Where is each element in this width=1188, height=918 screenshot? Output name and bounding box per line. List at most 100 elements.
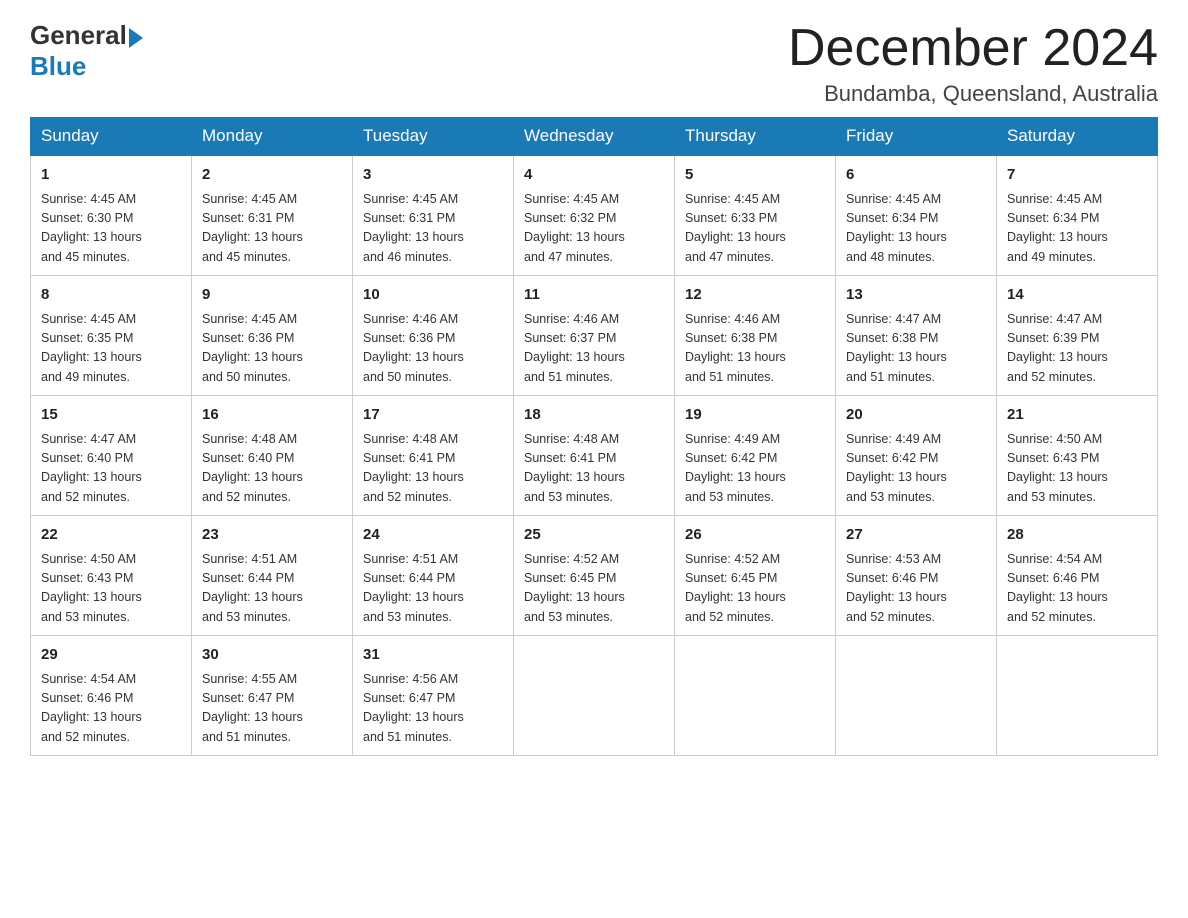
day-info: Sunrise: 4:45 AMSunset: 6:33 PMDaylight:… — [685, 190, 825, 268]
day-info: Sunrise: 4:45 AMSunset: 6:35 PMDaylight:… — [41, 310, 181, 388]
calendar-day-cell: 20 Sunrise: 4:49 AMSunset: 6:42 PMDayligh… — [836, 396, 997, 516]
calendar-day-cell: 30 Sunrise: 4:55 AMSunset: 6:47 PMDayligh… — [192, 636, 353, 756]
calendar-day-cell: 28 Sunrise: 4:54 AMSunset: 6:46 PMDayligh… — [997, 516, 1158, 636]
day-number: 12 — [685, 284, 825, 307]
day-info: Sunrise: 4:55 AMSunset: 6:47 PMDaylight:… — [202, 670, 342, 748]
day-number: 26 — [685, 524, 825, 547]
page-header: General Blue December 2024 Bundamba, Que… — [30, 20, 1158, 107]
day-number: 14 — [1007, 284, 1147, 307]
day-info: Sunrise: 4:47 AMSunset: 6:39 PMDaylight:… — [1007, 310, 1147, 388]
day-info: Sunrise: 4:51 AMSunset: 6:44 PMDaylight:… — [202, 550, 342, 628]
day-number: 2 — [202, 164, 342, 187]
calendar-week-row: 15 Sunrise: 4:47 AMSunset: 6:40 PMDayligh… — [31, 396, 1158, 516]
day-number: 3 — [363, 164, 503, 187]
day-info: Sunrise: 4:45 AMSunset: 6:34 PMDaylight:… — [846, 190, 986, 268]
header-cell-saturday: Saturday — [997, 118, 1158, 156]
calendar-day-cell: 8 Sunrise: 4:45 AMSunset: 6:35 PMDaylight… — [31, 276, 192, 396]
calendar-day-cell: 14 Sunrise: 4:47 AMSunset: 6:39 PMDayligh… — [997, 276, 1158, 396]
day-info: Sunrise: 4:50 AMSunset: 6:43 PMDaylight:… — [41, 550, 181, 628]
logo-general-text: General — [30, 20, 127, 51]
day-info: Sunrise: 4:46 AMSunset: 6:36 PMDaylight:… — [363, 310, 503, 388]
day-info: Sunrise: 4:48 AMSunset: 6:41 PMDaylight:… — [524, 430, 664, 508]
day-number: 20 — [846, 404, 986, 427]
calendar-week-row: 22Sunrise: 4:50 AMSunset: 6:43 PMDayligh… — [31, 516, 1158, 636]
day-number: 24 — [363, 524, 503, 547]
calendar-day-cell: 6 Sunrise: 4:45 AMSunset: 6:34 PMDaylight… — [836, 155, 997, 276]
logo: General Blue — [30, 20, 143, 82]
day-number: 4 — [524, 164, 664, 187]
calendar-day-cell: 22Sunrise: 4:50 AMSunset: 6:43 PMDayligh… — [31, 516, 192, 636]
day-info: Sunrise: 4:47 AMSunset: 6:40 PMDaylight:… — [41, 430, 181, 508]
day-info: Sunrise: 4:45 AMSunset: 6:31 PMDaylight:… — [363, 190, 503, 268]
calendar-day-cell: 25Sunrise: 4:52 AMSunset: 6:45 PMDayligh… — [514, 516, 675, 636]
day-number: 30 — [202, 644, 342, 667]
day-info: Sunrise: 4:45 AMSunset: 6:36 PMDaylight:… — [202, 310, 342, 388]
day-info: Sunrise: 4:54 AMSunset: 6:46 PMDaylight:… — [1007, 550, 1147, 628]
day-number: 21 — [1007, 404, 1147, 427]
calendar-day-cell: 24Sunrise: 4:51 AMSunset: 6:44 PMDayligh… — [353, 516, 514, 636]
calendar-day-cell: 27 Sunrise: 4:53 AMSunset: 6:46 PMDayligh… — [836, 516, 997, 636]
calendar-day-cell — [675, 636, 836, 756]
calendar-week-row: 8 Sunrise: 4:45 AMSunset: 6:35 PMDaylight… — [31, 276, 1158, 396]
calendar-day-cell: 4 Sunrise: 4:45 AMSunset: 6:32 PMDaylight… — [514, 155, 675, 276]
day-info: Sunrise: 4:50 AMSunset: 6:43 PMDaylight:… — [1007, 430, 1147, 508]
title-block: December 2024 Bundamba, Queensland, Aust… — [788, 20, 1158, 107]
day-number: 5 — [685, 164, 825, 187]
day-info: Sunrise: 4:48 AMSunset: 6:40 PMDaylight:… — [202, 430, 342, 508]
calendar-day-cell — [997, 636, 1158, 756]
day-number: 8 — [41, 284, 181, 307]
day-number: 28 — [1007, 524, 1147, 547]
calendar-day-cell: 2Sunrise: 4:45 AMSunset: 6:31 PMDaylight… — [192, 155, 353, 276]
day-number: 9 — [202, 284, 342, 307]
day-info: Sunrise: 4:54 AMSunset: 6:46 PMDaylight:… — [41, 670, 181, 748]
day-number: 6 — [846, 164, 986, 187]
day-number: 15 — [41, 404, 181, 427]
day-info: Sunrise: 4:46 AMSunset: 6:38 PMDaylight:… — [685, 310, 825, 388]
day-info: Sunrise: 4:53 AMSunset: 6:46 PMDaylight:… — [846, 550, 986, 628]
calendar-table: SundayMondayTuesdayWednesdayThursdayFrid… — [30, 117, 1158, 756]
calendar-day-cell: 1 Sunrise: 4:45 AMSunset: 6:30 PMDaylight… — [31, 155, 192, 276]
calendar-day-cell: 13Sunrise: 4:47 AMSunset: 6:38 PMDayligh… — [836, 276, 997, 396]
day-number: 19 — [685, 404, 825, 427]
day-info: Sunrise: 4:45 AMSunset: 6:30 PMDaylight:… — [41, 190, 181, 268]
day-number: 13 — [846, 284, 986, 307]
header-cell-wednesday: Wednesday — [514, 118, 675, 156]
day-number: 1 — [41, 164, 181, 187]
day-number: 11 — [524, 284, 664, 307]
calendar-day-cell: 26 Sunrise: 4:52 AMSunset: 6:45 PMDayligh… — [675, 516, 836, 636]
calendar-day-cell: 12 Sunrise: 4:46 AMSunset: 6:38 PMDayligh… — [675, 276, 836, 396]
calendar-day-cell: 5 Sunrise: 4:45 AMSunset: 6:33 PMDaylight… — [675, 155, 836, 276]
day-number: 23 — [202, 524, 342, 547]
calendar-day-cell: 31Sunrise: 4:56 AMSunset: 6:47 PMDayligh… — [353, 636, 514, 756]
header-cell-thursday: Thursday — [675, 118, 836, 156]
calendar-day-cell: 21 Sunrise: 4:50 AMSunset: 6:43 PMDayligh… — [997, 396, 1158, 516]
day-info: Sunrise: 4:52 AMSunset: 6:45 PMDaylight:… — [685, 550, 825, 628]
calendar-day-cell: 11 Sunrise: 4:46 AMSunset: 6:37 PMDayligh… — [514, 276, 675, 396]
calendar-day-cell: 18 Sunrise: 4:48 AMSunset: 6:41 PMDayligh… — [514, 396, 675, 516]
day-number: 27 — [846, 524, 986, 547]
header-cell-sunday: Sunday — [31, 118, 192, 156]
day-info: Sunrise: 4:56 AMSunset: 6:47 PMDaylight:… — [363, 670, 503, 748]
calendar-day-cell: 23 Sunrise: 4:51 AMSunset: 6:44 PMDayligh… — [192, 516, 353, 636]
calendar-day-cell: 15 Sunrise: 4:47 AMSunset: 6:40 PMDayligh… — [31, 396, 192, 516]
calendar-day-cell: 17Sunrise: 4:48 AMSunset: 6:41 PMDayligh… — [353, 396, 514, 516]
day-number: 10 — [363, 284, 503, 307]
day-info: Sunrise: 4:45 AMSunset: 6:34 PMDaylight:… — [1007, 190, 1147, 268]
day-info: Sunrise: 4:49 AMSunset: 6:42 PMDaylight:… — [846, 430, 986, 508]
calendar-week-row: 29Sunrise: 4:54 AMSunset: 6:46 PMDayligh… — [31, 636, 1158, 756]
calendar-day-cell: 19Sunrise: 4:49 AMSunset: 6:42 PMDayligh… — [675, 396, 836, 516]
calendar-day-cell: 7Sunrise: 4:45 AMSunset: 6:34 PMDaylight… — [997, 155, 1158, 276]
logo-blue-text: Blue — [30, 51, 86, 81]
calendar-day-cell: 3 Sunrise: 4:45 AMSunset: 6:31 PMDaylight… — [353, 155, 514, 276]
header-row: SundayMondayTuesdayWednesdayThursdayFrid… — [31, 118, 1158, 156]
calendar-day-cell — [836, 636, 997, 756]
header-cell-friday: Friday — [836, 118, 997, 156]
calendar-week-row: 1 Sunrise: 4:45 AMSunset: 6:30 PMDaylight… — [31, 155, 1158, 276]
calendar-day-cell: 29Sunrise: 4:54 AMSunset: 6:46 PMDayligh… — [31, 636, 192, 756]
calendar-subtitle: Bundamba, Queensland, Australia — [788, 81, 1158, 107]
day-info: Sunrise: 4:45 AMSunset: 6:32 PMDaylight:… — [524, 190, 664, 268]
day-info: Sunrise: 4:46 AMSunset: 6:37 PMDaylight:… — [524, 310, 664, 388]
calendar-day-cell — [514, 636, 675, 756]
day-number: 18 — [524, 404, 664, 427]
day-number: 17 — [363, 404, 503, 427]
